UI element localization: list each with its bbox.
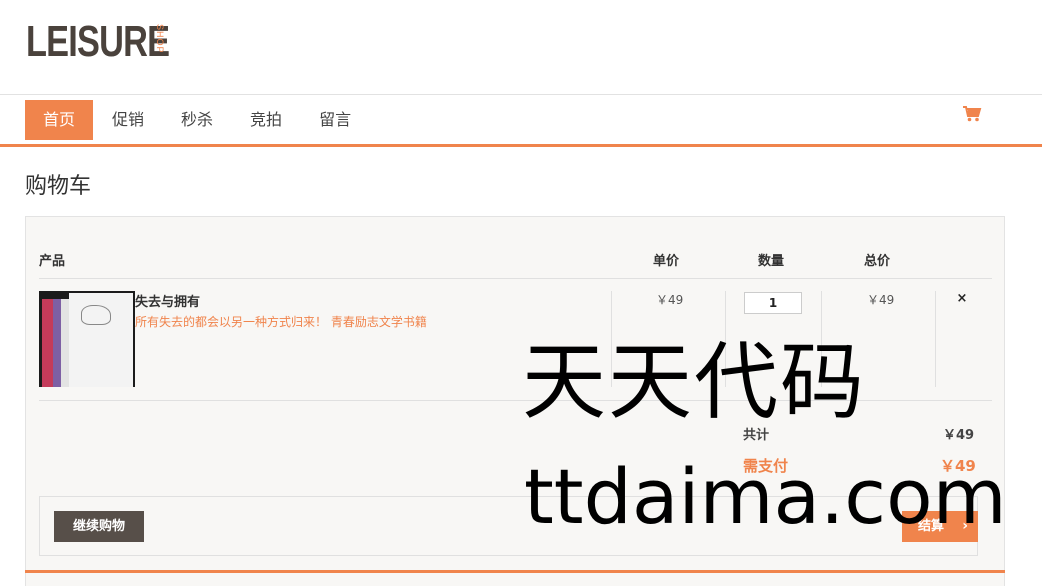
nav-item-auction[interactable]: 竞拍 [232,100,300,140]
line-total: ￥49 [867,293,895,307]
watermark-url: ttdaima.com [524,452,1007,541]
product-description: 所有失去的都会以另一种方式归来！ 青春励志文学书籍 [135,315,427,329]
nav-item-home[interactable]: 首页 [25,100,94,140]
nav-item-flash-sale[interactable]: 秒杀 [163,100,231,140]
page-title: 购物车 [25,174,92,199]
column-header-product: 产品 [39,254,66,269]
site-header: LEISURE SHOP [0,0,1042,95]
divider [39,278,992,279]
logo[interactable]: LEISURE SHOP [26,20,210,64]
divider [935,291,936,387]
horse-illustration [81,305,111,325]
continue-shopping-button[interactable]: 继续购物 [54,511,144,542]
shopping-cart-icon[interactable] [962,105,982,123]
column-header-unit-price: 单价 [653,254,680,269]
product-image[interactable] [39,291,135,387]
watermark-text: 天天代码 [522,333,867,431]
remove-item-icon[interactable]: × [954,291,970,307]
nav-item-messages[interactable]: 留言 [301,100,369,140]
logo-subtext: SHOP [155,24,165,54]
nav-items: 首页 促销 秒杀 竞拍 留言 [25,100,370,140]
column-header-total: 总价 [864,254,891,269]
column-header-quantity: 数量 [758,254,785,269]
panel-bottom-border [25,570,1005,573]
main-nav: 首页 促销 秒杀 竞拍 留言 [0,96,1042,147]
unit-price: ￥49 [656,293,684,307]
subtotal-value: ￥49 [943,428,975,443]
logo-text: LEISURE [26,17,170,66]
nav-item-promotion[interactable]: 促销 [94,100,162,140]
quantity-input[interactable] [744,292,802,314]
product-name[interactable]: 失去与拥有 [135,291,200,310]
